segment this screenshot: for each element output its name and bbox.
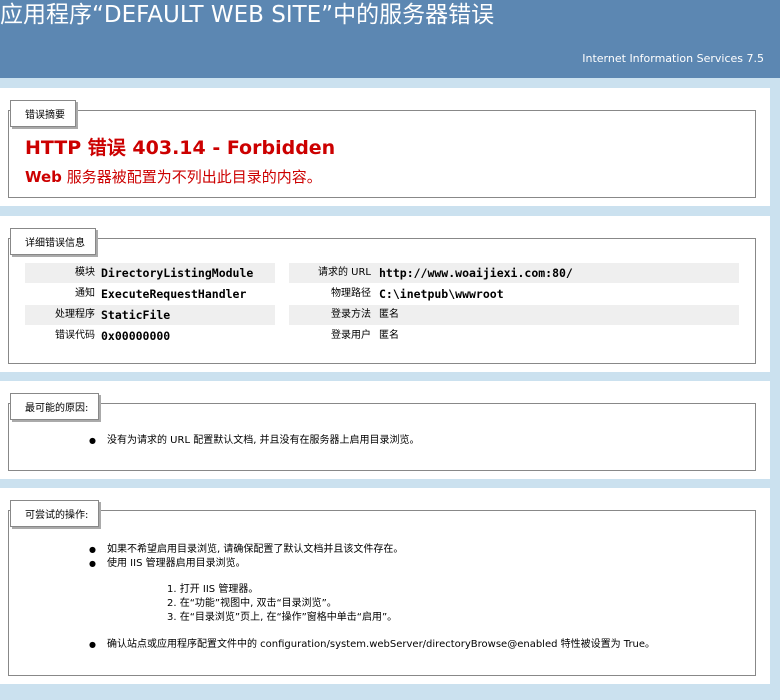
detail-label: 登录方法 [331, 309, 371, 320]
detail-label: 模块 [75, 267, 95, 278]
list-item: 使用 IIS 管理器启用目录浏览。 [89, 557, 403, 571]
server-banner: Internet Information Services 7.5 [0, 34, 780, 78]
detail-value: C:\inetpub\wwwroot [379, 287, 504, 301]
detail-value: http://www.woaijiexi.com:80/ [379, 266, 573, 280]
actions-panel: 如果不希望启用目录浏览, 请确保配置了默认文档并且该文件存在。 使用 IIS 管… [0, 488, 770, 684]
steps-list: 1. 打开 IIS 管理器。 2. 在“功能”视图中, 双击“目录浏览”。 3.… [167, 583, 397, 625]
page-title: 应用程序“DEFAULT WEB SITE”中的服务器错误 [0, 2, 495, 28]
summary-legend: 错误摘要 [10, 100, 76, 127]
summary-box: HTTP 错误 403.14 - Forbidden Web 服务器被配置为不列… [8, 110, 756, 198]
causes-list: 没有为请求的 URL 配置默认文档, 并且没有在服务器上启用目录浏览。 [89, 434, 420, 448]
detail-label: 登录用户 [331, 330, 371, 341]
actions-box: 如果不希望启用目录浏览, 请确保配置了默认文档并且该文件存在。 使用 IIS 管… [8, 510, 756, 676]
detail-value: ExecuteRequestHandler [101, 287, 247, 301]
detail-row: 登录方法 匿名 [289, 305, 739, 325]
details-legend: 详细错误信息 [10, 228, 96, 255]
detail-value: 0x00000000 [101, 329, 171, 343]
list-item: 如果不希望启用目录浏览, 请确保配置了默认文档并且该文件存在。 [89, 543, 403, 557]
error-title: HTTP 错误 403.14 - Forbidden [25, 137, 336, 159]
step-item: 1. 打开 IIS 管理器。 [167, 584, 259, 595]
detail-label: 通知 [75, 288, 95, 299]
detail-row: 通知 ExecuteRequestHandler [25, 284, 275, 304]
list-item: 没有为请求的 URL 配置默认文档, 并且没有在服务器上启用目录浏览。 [89, 434, 420, 448]
detail-row: 错误代码 0x00000000 [25, 326, 275, 346]
actions-list-bottom: 确认站点或应用程序配置文件中的 configuration/system.web… [89, 638, 655, 652]
step-item: 2. 在“功能”视图中, 双击“目录浏览”。 [167, 598, 337, 609]
details-panel: 模块 DirectoryListingModule 通知 ExecuteRequ… [0, 216, 770, 372]
step-item: 3. 在“目录浏览”页上, 在“操作”窗格中单击“启用”。 [167, 612, 398, 623]
detail-value: StaticFile [101, 308, 171, 322]
error-description-bold: Web [25, 168, 62, 186]
detail-label: 物理路径 [331, 288, 371, 299]
detail-value: DirectoryListingModule [101, 266, 254, 280]
actions-list: 如果不希望启用目录浏览, 请确保配置了默认文档并且该文件存在。 使用 IIS 管… [89, 543, 403, 571]
detail-value: 匿名 [379, 309, 399, 320]
detail-row: 请求的 URL http://www.woaijiexi.com:80/ [289, 263, 739, 283]
causes-box: 没有为请求的 URL 配置默认文档, 并且没有在服务器上启用目录浏览。 [8, 403, 756, 471]
error-description-text: 服务器被配置为不列出此目录的内容。 [61, 168, 322, 186]
detail-value: 匿名 [379, 330, 399, 341]
detail-row: 处理程序 StaticFile [25, 305, 275, 325]
error-description: Web 服务器被配置为不列出此目录的内容。 [25, 166, 322, 187]
detail-label: 请求的 URL [317, 267, 371, 278]
list-item: 确认站点或应用程序配置文件中的 configuration/system.web… [89, 638, 655, 652]
detail-row: 物理路径 C:\inetpub\wwwroot [289, 284, 739, 304]
causes-panel: 没有为请求的 URL 配置默认文档, 并且没有在服务器上启用目录浏览。 最可能的… [0, 381, 770, 479]
actions-legend: 可尝试的操作: [10, 500, 100, 527]
detail-label: 错误代码 [55, 330, 95, 341]
causes-legend: 最可能的原因: [10, 393, 100, 420]
detail-row: 模块 DirectoryListingModule [25, 263, 275, 283]
page-header: 应用程序“DEFAULT WEB SITE”中的服务器错误 [0, 0, 780, 34]
detail-row: 登录用户 匿名 [289, 326, 739, 346]
detail-label: 处理程序 [55, 309, 95, 320]
product-name: Internet Information Services 7.5 [582, 52, 764, 65]
summary-panel: HTTP 错误 403.14 - Forbidden Web 服务器被配置为不列… [0, 88, 770, 206]
details-box: 模块 DirectoryListingModule 通知 ExecuteRequ… [8, 238, 756, 364]
